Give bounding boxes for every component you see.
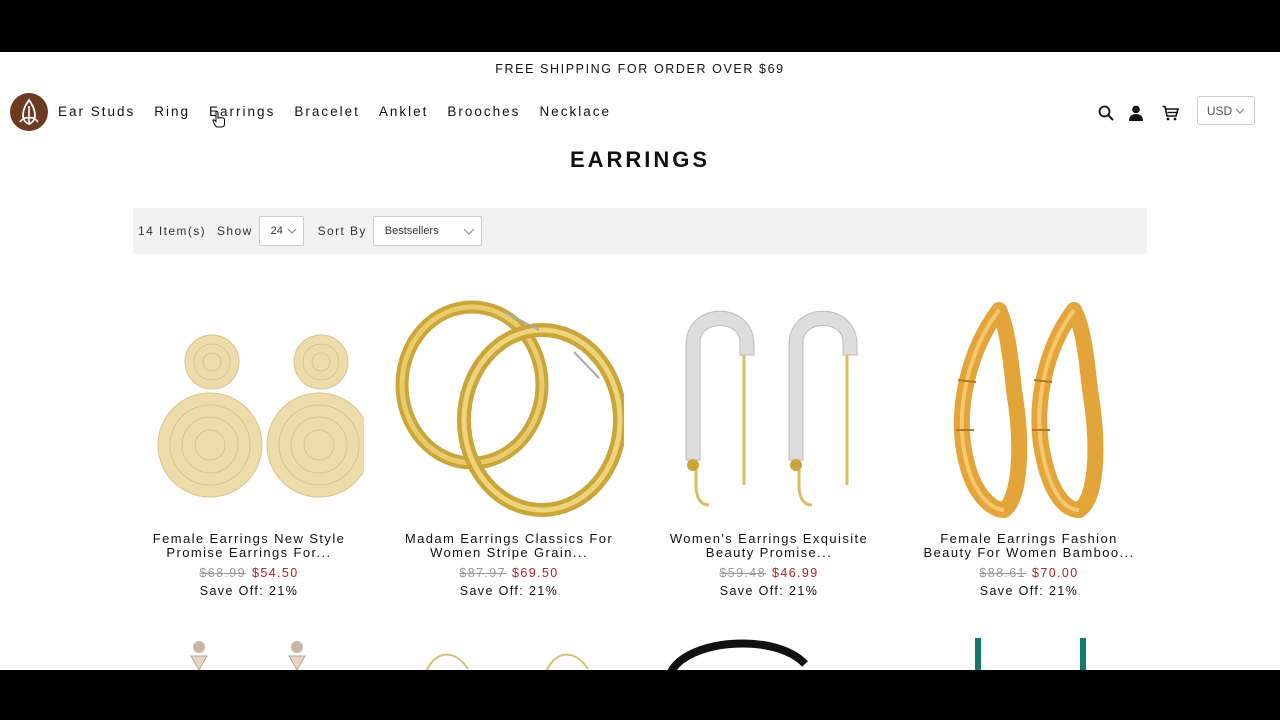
sale-price: $70.00 <box>1032 566 1079 580</box>
product-card[interactable]: Women's Earrings Exquisite Beauty Promis… <box>644 290 894 598</box>
product-card[interactable]: Female Earrings New Style Promise Earrin… <box>124 290 374 598</box>
chevron-down-icon <box>463 228 475 235</box>
product-name-line1: Madam Earrings Classics For <box>404 531 614 546</box>
video-letterbox-top <box>0 0 1280 50</box>
product-card[interactable]: Female Earrings Fashion Beauty For Women… <box>904 290 1154 598</box>
discount-label: Save Off: 21% <box>199 584 299 598</box>
product-name-line1: Female Earrings New Style <box>152 531 346 546</box>
product-name-line2: Women Stripe Grain... <box>430 545 588 560</box>
product-prices: $87.97 $69.50 <box>384 566 634 580</box>
product-image-partial[interactable] <box>420 634 600 670</box>
sort-value: Bestsellers <box>384 225 439 237</box>
product-image[interactable] <box>394 290 627 520</box>
show-label: Show <box>217 224 253 238</box>
product-image-partial[interactable] <box>970 634 1095 670</box>
brand-logo[interactable] <box>10 93 48 131</box>
nav-bracelet[interactable]: Bracelet <box>294 104 360 119</box>
product-image-partial[interactable] <box>185 634 315 670</box>
product-prices: $68.99 $54.50 <box>124 566 374 580</box>
original-price: $87.97 <box>459 566 506 580</box>
sale-price: $54.50 <box>252 566 299 580</box>
page-size-select[interactable]: 24 <box>258 216 304 246</box>
product-image[interactable] <box>914 290 1144 520</box>
original-price: $59.48 <box>719 566 766 580</box>
item-count: 14 Item(s) <box>138 224 207 238</box>
discount-label: Save Off: 21% <box>719 584 819 598</box>
store-page: FREE SHIPPING FOR ORDER OVER $69 Ear Stu… <box>0 52 1280 670</box>
original-price: $68.99 <box>199 566 246 580</box>
nav-ring[interactable]: Ring <box>154 104 190 119</box>
product-prices: $59.48 $46.99 <box>644 566 894 580</box>
page-title: EARRINGS <box>569 147 711 172</box>
product-name[interactable]: Female Earrings New Style Promise Earrin… <box>124 532 374 560</box>
nav-anklet[interactable]: Anklet <box>379 104 429 119</box>
product-name-line2: Beauty For Women Bamboo... <box>923 545 1135 560</box>
product-name-line2: Promise Earrings For... <box>166 545 332 560</box>
product-name-line1: Female Earrings Fashion <box>940 531 1118 546</box>
product-name[interactable]: Madam Earrings Classics For Women Stripe… <box>384 532 634 560</box>
listing-toolbar: 14 Item(s) Show 24 Sort By Bestsellers <box>133 208 1147 254</box>
search-icon[interactable] <box>1096 103 1116 123</box>
nav-necklace[interactable]: Necklace <box>539 104 611 119</box>
product-prices: $88.61 $70.00 <box>904 566 1154 580</box>
page-size-value: 24 <box>270 225 283 237</box>
original-price: $88.61 <box>979 566 1026 580</box>
product-image[interactable] <box>654 290 884 520</box>
product-image-partial[interactable] <box>665 634 815 670</box>
chevron-down-icon <box>287 228 297 234</box>
product-name[interactable]: Women's Earrings Exquisite Beauty Promis… <box>644 532 894 560</box>
product-card[interactable]: Madam Earrings Classics For Women Stripe… <box>384 290 634 598</box>
product-name-line1: Women's Earrings Exquisite <box>669 531 869 546</box>
main-nav: Ear Studs Ring Earrings Bracelet Anklet … <box>58 104 630 119</box>
mouse-pointer-icon <box>212 110 225 128</box>
product-name[interactable]: Female Earrings Fashion Beauty For Women… <box>904 532 1154 560</box>
sort-select[interactable]: Bestsellers <box>372 216 482 246</box>
logo-mark-icon <box>19 98 39 125</box>
chevron-down-icon <box>1235 108 1245 114</box>
nav-brooches[interactable]: Brooches <box>447 104 520 119</box>
discount-label: Save Off: 21% <box>979 584 1079 598</box>
video-letterbox-bottom <box>0 670 1280 720</box>
user-icon[interactable] <box>1126 103 1146 123</box>
discount-label: Save Off: 21% <box>459 584 559 598</box>
cart-icon[interactable] <box>1160 103 1180 123</box>
sale-price: $46.99 <box>772 566 819 580</box>
announcement-bar: FREE SHIPPING FOR ORDER OVER $69 <box>495 62 785 76</box>
sale-price: $69.50 <box>512 566 559 580</box>
nav-ear-studs[interactable]: Ear Studs <box>58 104 135 119</box>
currency-label: USD <box>1206 103 1233 118</box>
product-name-line2: Beauty Promise... <box>705 545 833 560</box>
product-image[interactable] <box>134 290 372 520</box>
header-actions <box>1096 103 1190 123</box>
sort-label: Sort By <box>317 224 367 238</box>
currency-selector[interactable]: USD <box>1197 96 1255 125</box>
